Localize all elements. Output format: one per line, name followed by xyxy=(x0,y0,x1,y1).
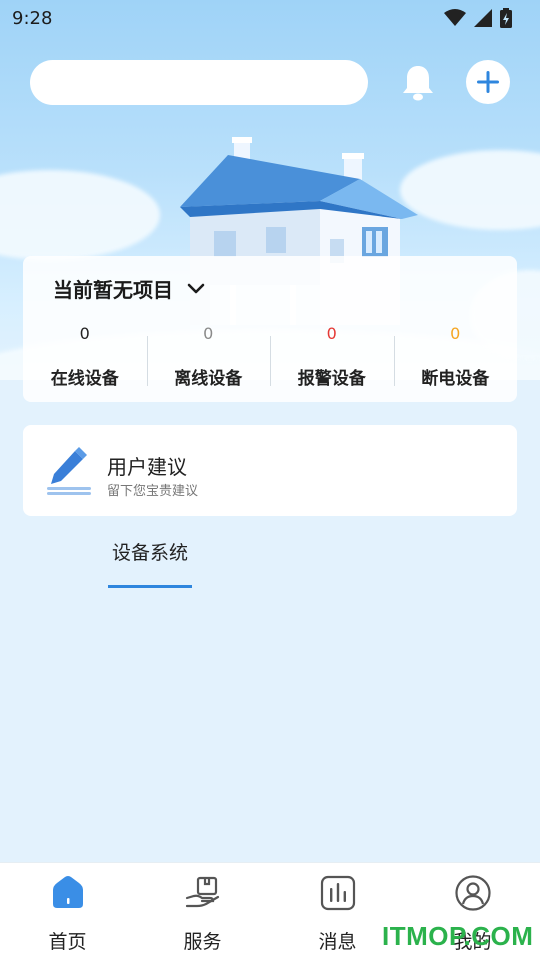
plus-icon xyxy=(477,71,499,93)
watermark-text: ITMOP.COM xyxy=(382,921,534,951)
stat-online[interactable]: 0 在线设备 xyxy=(23,324,147,390)
tab-device-system-label: 设备系统 xyxy=(111,542,188,564)
add-button[interactable] xyxy=(466,60,510,104)
user-icon xyxy=(454,875,491,911)
stat-power-off[interactable]: 0 断电设备 xyxy=(393,324,518,390)
suggestion-title: 用户建议 xyxy=(107,455,187,479)
user-suggestion-card[interactable]: 用户建议 留下您宝贵建议 xyxy=(23,425,517,516)
stat-offline[interactable]: 0 离线设备 xyxy=(146,324,271,390)
stat-power-off-label: 断电设备 xyxy=(421,369,490,389)
project-card: 当前暂无项目 0 在线设备 0 离线设备 0 报警设备 0 断电设备 xyxy=(23,256,517,402)
edit-pen-icon xyxy=(47,447,91,495)
signal-icon xyxy=(474,9,492,27)
battery-icon xyxy=(500,8,512,28)
tab-active-indicator xyxy=(108,585,192,588)
nav-label-message: 消息 xyxy=(318,931,357,953)
chevron-down-icon xyxy=(187,283,205,293)
stat-online-value: 0 xyxy=(79,324,90,343)
nav-label-service: 服务 xyxy=(183,931,222,953)
bell-icon xyxy=(403,66,433,101)
stat-alarm-label: 报警设备 xyxy=(297,369,366,389)
device-stats: 0 在线设备 0 离线设备 0 报警设备 0 断电设备 xyxy=(23,324,517,390)
search-input[interactable] xyxy=(30,60,368,105)
project-title: 当前暂无项目 xyxy=(53,278,173,302)
stat-offline-label: 离线设备 xyxy=(174,369,243,389)
message-icon xyxy=(320,875,355,911)
suggestion-subtitle: 留下您宝贵建议 xyxy=(107,484,199,499)
nav-item-home[interactable]: 首页 xyxy=(0,863,135,960)
nav-label-home: 首页 xyxy=(48,931,87,953)
stat-offline-value: 0 xyxy=(203,324,214,343)
status-icons xyxy=(444,8,512,28)
tab-device-system[interactable]: 设备系统 xyxy=(108,540,192,588)
status-time: 9:28 xyxy=(12,7,53,29)
nav-item-service[interactable]: 服务 xyxy=(135,863,270,960)
stat-alarm-value: 0 xyxy=(326,324,337,343)
stat-alarm[interactable]: 0 报警设备 xyxy=(270,324,394,390)
wifi-icon xyxy=(444,9,466,26)
status-bar: 9:28 xyxy=(0,0,540,36)
stat-power-off-value: 0 xyxy=(450,324,461,343)
service-icon xyxy=(185,876,219,908)
notification-button[interactable] xyxy=(396,60,440,104)
stat-online-label: 在线设备 xyxy=(50,369,119,389)
project-selector[interactable]: 当前暂无项目 xyxy=(53,274,205,303)
home-icon xyxy=(52,876,83,908)
